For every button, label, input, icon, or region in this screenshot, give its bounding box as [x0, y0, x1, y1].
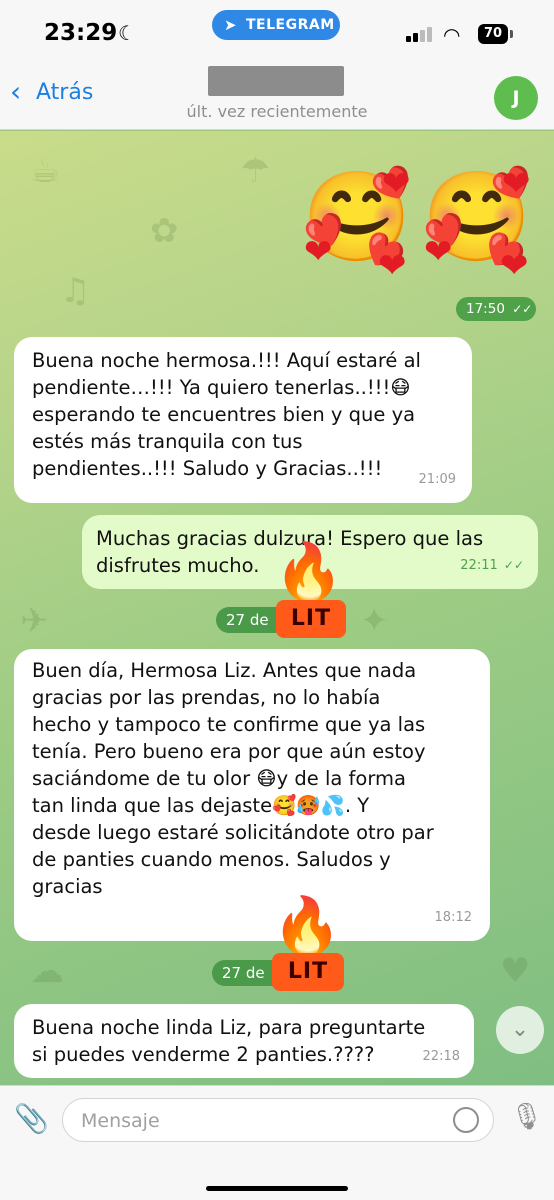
lit-sticker[interactable]: LIT [276, 600, 346, 638]
telegram-plane-icon: ➤ [224, 16, 237, 34]
wifi-icon: ◠ [443, 23, 461, 47]
microphone-icon[interactable]: 🎙 [510, 1102, 543, 1132]
scroll-down-button[interactable]: ⌄ [496, 1006, 544, 1054]
message-line: pendiente…!!! Ya quiero tenerlas..!!!😷 [32, 376, 411, 399]
message-line: de panties cuando menos. Saludos y [32, 848, 391, 871]
message-time: 17:50 [466, 301, 505, 317]
message-time-status: 22:11 ✓✓ [460, 552, 524, 579]
wallpaper-doodle-icon: ♫ [60, 271, 91, 311]
message-line: esperando te encuentres bien y que ya [32, 403, 416, 426]
chevron-down-icon: ⌄ [510, 1017, 530, 1042]
telegram-pill-label: TELEGRAM [246, 17, 335, 33]
cellular-signal-icon [406, 26, 436, 42]
message-input-placeholder: Mensaje [81, 1110, 160, 1132]
message-time-pill: 17:50 ✓✓ [456, 297, 536, 321]
message-line: estés más tranquila con tus [32, 430, 303, 453]
contact-name-redacted[interactable] [208, 66, 344, 96]
wallpaper-doodle-icon: ☕ [30, 151, 61, 191]
message-line: tenía. Pero bueno era por que aún estoy [32, 740, 426, 763]
emoji-message[interactable]: 🥰 🥰 ❤ ❤ ❤ ❤ ❤ ❤ [300, 161, 540, 311]
status-time: 23:29 [44, 20, 118, 46]
read-checkmarks-icon: ✓✓ [503, 558, 524, 572]
avatar[interactable]: J [494, 76, 538, 120]
wallpaper-doodle-icon: ✈ [20, 601, 49, 641]
message-line: Buen día, Hermosa Liz. Antes que nada [32, 659, 417, 682]
message-line: gracias [32, 875, 103, 898]
battery-tip [510, 30, 513, 38]
message-line: tan linda que las dejaste🥰🥵💦. Y [32, 794, 370, 817]
incoming-message[interactable]: Buen día, Hermosa Liz. Antes que nada gr… [14, 649, 490, 941]
message-time: 22:18 [422, 1049, 460, 1064]
heart-icon: ❤ [304, 232, 333, 272]
wallpaper-doodle-icon: ☂ [240, 151, 271, 191]
heart-icon: ❤ [502, 164, 531, 204]
message-line: hecho y tampoco te confirme que ya las [32, 713, 426, 736]
last-seen-status: últ. vez recientemente [186, 102, 368, 121]
incoming-message[interactable]: Buena noche linda Liz, para preguntarte … [14, 1004, 474, 1078]
attach-paperclip-icon[interactable]: 📎 [14, 1102, 49, 1135]
fire-sticker-icon: 🔥 [272, 894, 342, 959]
wallpaper-doodle-icon: ✿ [150, 211, 179, 251]
message-time: 18:12 [434, 910, 472, 925]
message-line: si puedes venderme 2 panties.???? [32, 1043, 375, 1066]
message-line: Buena noche linda Liz, para preguntarte [32, 1016, 426, 1039]
chat-header: ‹ Atrás últ. vez recientemente J [0, 62, 554, 130]
heart-icon: ❤ [378, 246, 407, 286]
message-line: desde luego estaré solicitándote otro pa… [32, 821, 434, 844]
message-time: 21:09 [418, 472, 456, 487]
home-indicator [206, 1186, 348, 1191]
message-line: gracias por las prendas, no lo había [32, 686, 381, 709]
message-input[interactable]: Mensaje [62, 1098, 494, 1142]
read-checkmarks-icon: ✓✓ [512, 302, 533, 316]
wallpaper-doodle-icon: ☁ [30, 951, 64, 991]
wallpaper-doodle-icon: ✦ [360, 601, 389, 641]
telegram-pill[interactable]: ➤ TELEGRAM [212, 10, 340, 40]
heart-icon: ❤ [382, 164, 411, 204]
incoming-message[interactable]: Buena noche hermosa.!!! Aquí estaré al p… [14, 337, 472, 503]
message-composer: 📎 Mensaje 🎙 [0, 1085, 554, 1200]
heart-icon: ❤ [424, 232, 453, 272]
lit-sticker[interactable]: LIT [272, 953, 344, 991]
heart-icon: ❤ [500, 246, 529, 286]
message-line: saciándome de tu olor 😷y de la forma [32, 767, 406, 790]
sticker-emoji-icon[interactable] [453, 1107, 479, 1133]
chat-area[interactable]: ☕ ✿ ☂ ♫ ☀ ✈ ♥ ☁ ✦ 🥰 🥰 ❤❤❤❤❤❤ 17:50 ✓✓ Bu… [0, 131, 554, 1085]
fire-sticker-icon: 🔥 [274, 540, 344, 605]
status-bar: 23:29 ☾ ➤ TELEGRAM ◠ 70 [0, 0, 554, 62]
wallpaper-doodle-icon: ♥ [500, 951, 531, 991]
message-line: pendientes..!!! Saludo y Gracias..!!! [32, 457, 383, 480]
message-line: Buena noche hermosa.!!! Aquí estaré al [32, 349, 421, 372]
message-time: 22:11 [460, 558, 498, 573]
moon-icon: ☾ [118, 21, 136, 45]
battery-indicator: 70 [478, 24, 508, 44]
